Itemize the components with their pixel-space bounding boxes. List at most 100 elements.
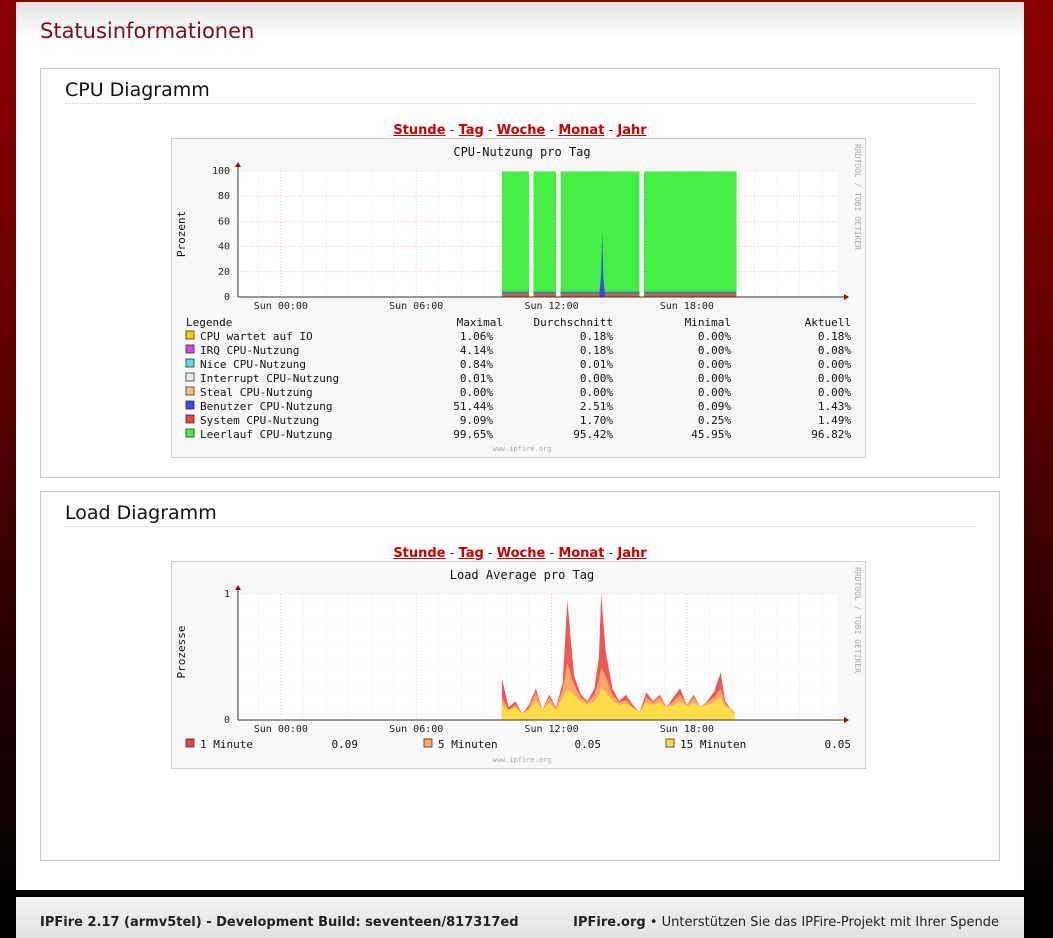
load-range-links: Stunde - Tag - Woche - Monat - Jahr (393, 546, 647, 561)
legend-min: 0.00% (698, 386, 731, 399)
footer-version: IPFire 2.17 (armv5tel) - Development Bui… (40, 915, 519, 930)
legend-max: 0.01% (460, 372, 493, 385)
legend-swatch (665, 738, 675, 748)
legend-swatch (185, 358, 195, 368)
y-tick-label: 40 (218, 242, 230, 253)
page-title: Statusinformationen (40, 19, 255, 43)
load-range-day-link[interactable]: Tag (459, 546, 484, 561)
legend-cur: 0.00% (818, 372, 851, 385)
idle-area (560, 171, 640, 297)
legend-header-label: Legende (186, 316, 232, 329)
y-tick-label: 60 (218, 216, 230, 227)
legend-avg: 0.18% (580, 330, 613, 343)
legend-max: 9.09% (460, 414, 493, 427)
legend-max: 4.14% (460, 344, 493, 357)
load-box: Load Diagramm Stunde - Tag - Woche - Mon… (40, 491, 1000, 861)
legend-label: 15 Minuten (680, 738, 746, 751)
load-section-title: Load Diagramm (65, 502, 975, 527)
legend-swatch (185, 414, 195, 424)
legend-header-cur: Aktuell (805, 316, 851, 329)
legend-cur: 1.49% (818, 414, 851, 427)
legend-swatch (423, 738, 433, 748)
system-area (501, 293, 529, 297)
footer-donate: IPFire.org • Unterstützen Sie das IPFire… (573, 915, 999, 930)
legend-min: 0.25% (698, 414, 731, 427)
legend-swatch (185, 400, 195, 410)
legend-cur: 0.08% (818, 344, 851, 357)
footer-bullet: • (649, 915, 658, 930)
y-tick-label: 20 (218, 267, 230, 278)
cpu-chart: Sun 00:00 Sun 06:00 Sun 12:00 Sun 18:00 0 20 4… (175, 144, 862, 453)
legend-swatch (185, 344, 195, 354)
legend-value: 0.05 (825, 738, 852, 751)
idle-area (501, 171, 529, 297)
y-tick-label: 0 (224, 292, 230, 303)
legend-label: CPU wartet auf IO (200, 330, 313, 343)
y-axis-label: Prozent (175, 211, 188, 257)
cpu-range-hour-link[interactable]: Stunde (393, 123, 445, 138)
legend-avg: 0.00% (580, 386, 613, 399)
legend-cur: 0.00% (818, 358, 851, 371)
legend-cur: 1.43% (818, 400, 851, 413)
y-tick-label: 1 (224, 589, 230, 600)
legend-value: 0.05 (575, 738, 602, 751)
legend-label: System CPU-Nutzung (200, 414, 319, 427)
credit: www.ipfire.org (492, 756, 551, 764)
cpu-range-year-link[interactable]: Jahr (617, 123, 646, 138)
legend-swatch (185, 386, 195, 396)
credit: www.ipfire.org (492, 445, 551, 453)
x-tick-label: Sun 12:00 (524, 724, 578, 735)
x-tick-label: Sun 06:00 (389, 301, 443, 312)
legend-swatch (185, 330, 195, 340)
x-tick-label: Sun 18:00 (660, 724, 714, 735)
legend-label: IRQ CPU-Nutzung (200, 344, 299, 357)
system-area (533, 293, 557, 297)
legend-min: 0.00% (698, 372, 731, 385)
legend-max: 0.00% (460, 386, 493, 399)
legend-header-min: Minimal (685, 316, 731, 329)
x-tick-label: Sun 00:00 (254, 301, 308, 312)
y-tick-label: 0 (224, 715, 230, 726)
system-area (644, 293, 737, 297)
legend-min: 45.95% (691, 428, 731, 441)
user-area (533, 291, 557, 294)
chart-title: Load Average pro Tag (450, 568, 595, 582)
legend-max: 0.84% (460, 358, 493, 371)
y-tick-label: 80 (218, 191, 230, 202)
watermark: RRDTOOL / TOBI OETIKER (853, 144, 862, 250)
legend-swatch (185, 738, 195, 748)
legend-header-max: Maximal (457, 316, 503, 329)
user-area (501, 291, 529, 294)
legend-value: 0.09 (332, 738, 359, 751)
cpu-range-month-link[interactable]: Monat (558, 123, 604, 138)
footer-brand-link[interactable]: IPFire.org (573, 915, 646, 930)
legend-label: 5 Minuten (438, 738, 498, 751)
cpu-range-week-link[interactable]: Woche (497, 123, 546, 138)
x-tick-label: Sun 06:00 (389, 724, 443, 735)
load-range-week-link[interactable]: Woche (497, 546, 546, 561)
load-range-month-link[interactable]: Monat (558, 546, 604, 561)
legend-max: 99.65% (453, 428, 493, 441)
cpu-range-day-link[interactable]: Tag (459, 123, 484, 138)
legend-avg: 0.18% (580, 344, 613, 357)
load-chart: Sun 00:00 Sun 06:00 Sun 12:00 Sun 18:00 0 1 Lo… (175, 567, 862, 764)
chart-title: CPU-Nutzung pro Tag (453, 145, 590, 159)
legend-swatch (185, 372, 195, 382)
legend-avg: 1.70% (580, 414, 613, 427)
legend-label: Nice CPU-Nutzung (200, 358, 306, 371)
load-range-hour-link[interactable]: Stunde (393, 546, 445, 561)
x-axis-arrow (844, 294, 849, 300)
legend-avg: 2.51% (580, 400, 613, 413)
legend-label: 1 Minute (200, 738, 253, 751)
y-tick-label: 100 (212, 166, 230, 177)
load-range-year-link[interactable]: Jahr (617, 546, 646, 561)
x-tick-label: Sun 12:00 (524, 301, 578, 312)
idle-area (533, 171, 557, 297)
legend-cur: 96.82% (811, 428, 851, 441)
cpu-box: CPU Diagramm Stunde - Tag - Woche - Mona… (40, 68, 1000, 478)
legend-min: 0.00% (698, 358, 731, 371)
legend-min: 0.09% (698, 400, 731, 413)
y-axis-arrow (235, 162, 241, 167)
user-area (644, 291, 737, 294)
legend-label: Benutzer CPU-Nutzung (200, 400, 332, 413)
